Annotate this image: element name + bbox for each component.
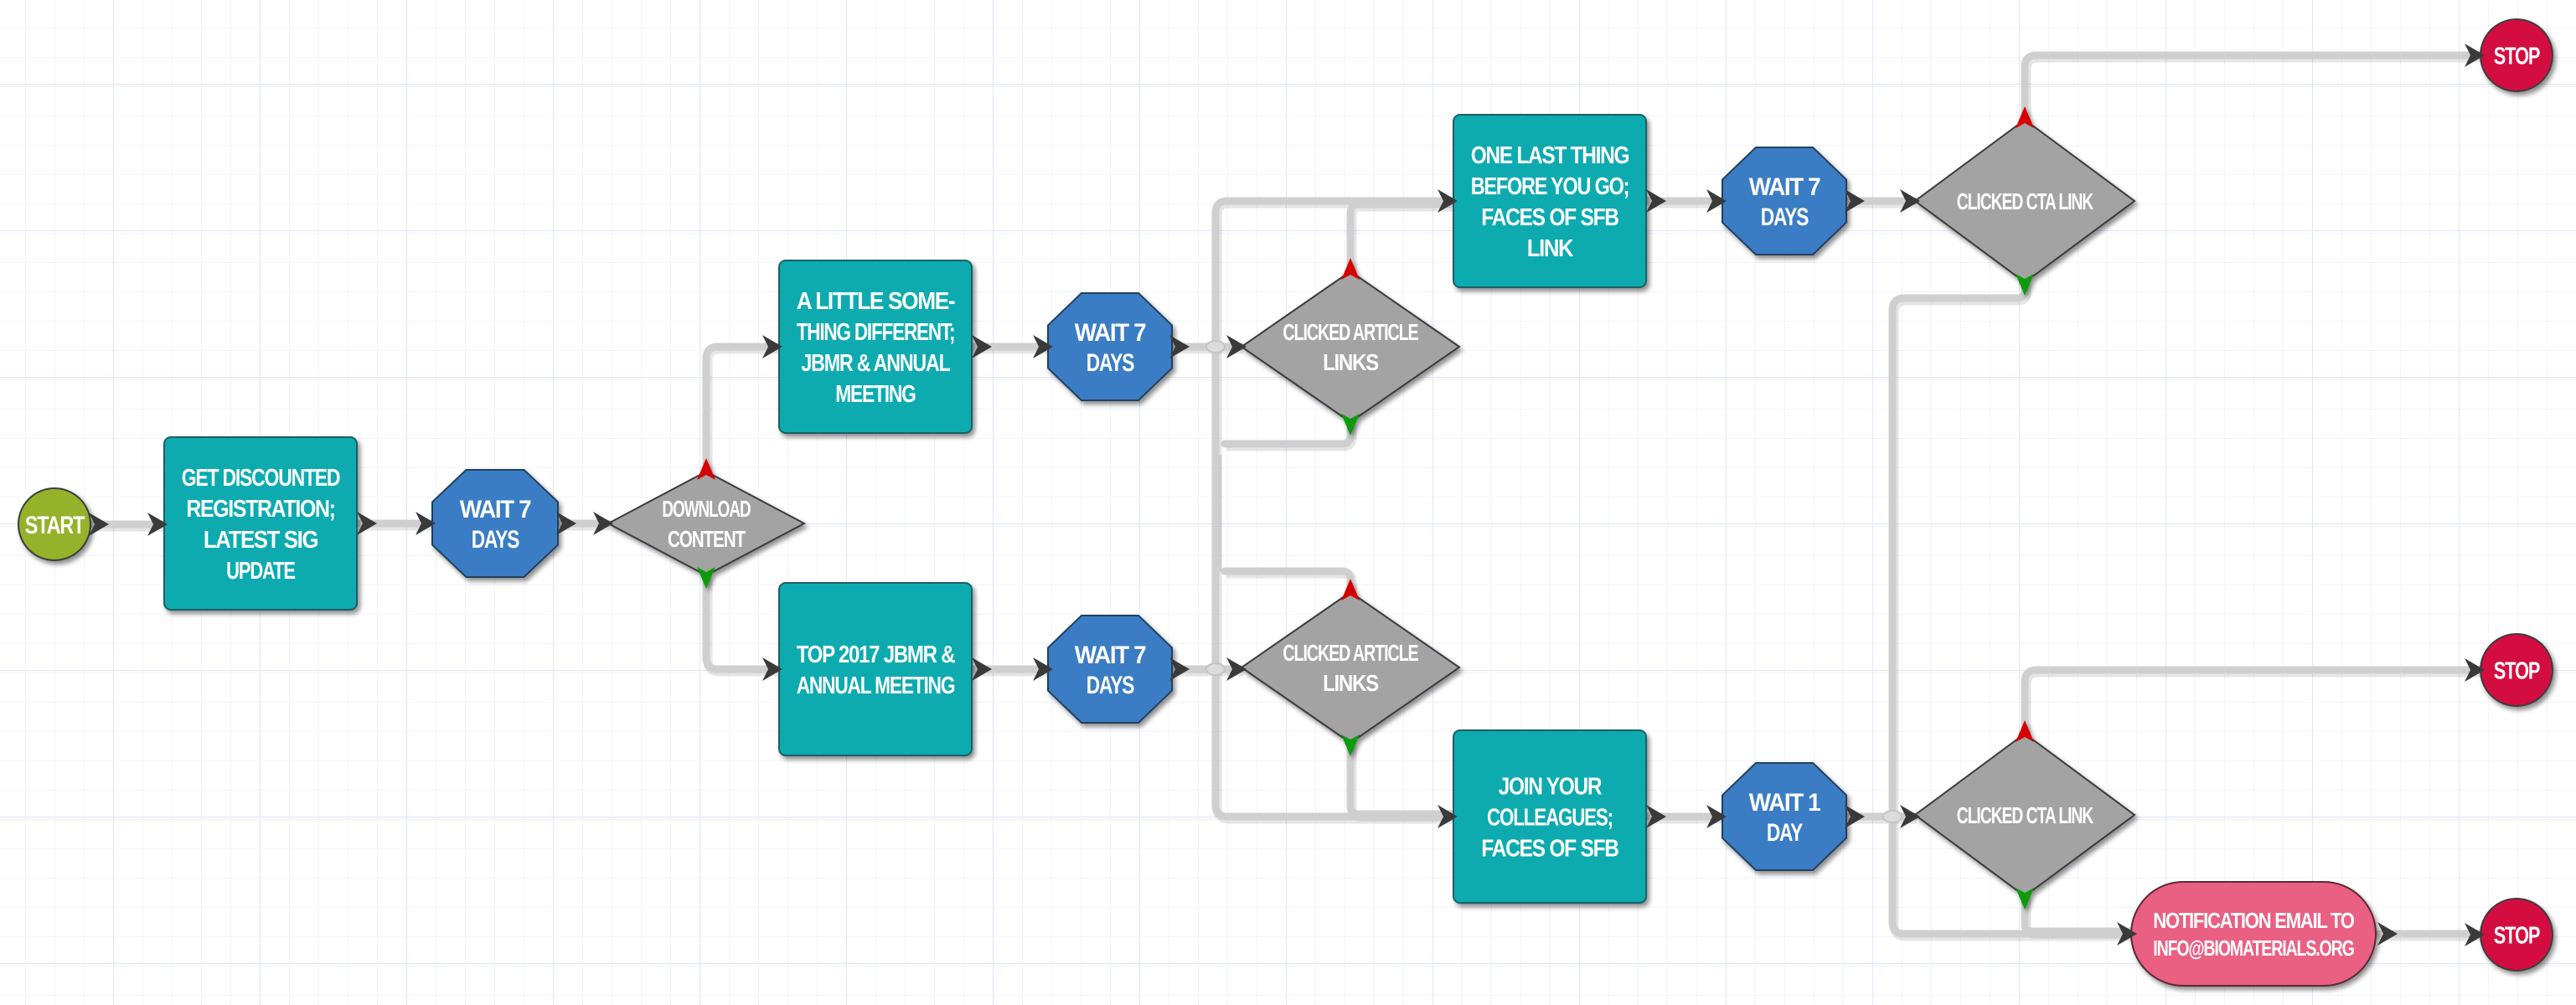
node-label: CLICKED ARTICLE [1283, 319, 1418, 345]
node-label: TOP 2017 JBMR & [797, 642, 956, 668]
node-label: THING DIFFERENT; [797, 319, 955, 346]
wait-octagon [1047, 615, 1173, 724]
node-email3[interactable]: TOP 2017 JBMR & ANNUAL MEETING [778, 582, 973, 756]
node-label: DAYS [472, 526, 519, 554]
node-wait1[interactable]: WAIT 7 DAYS [431, 469, 559, 578]
email-box [778, 582, 973, 756]
connector-junction [1205, 662, 1226, 676]
node-label: REGISTRATION; [186, 496, 334, 523]
node-label: WAIT 7 [460, 496, 531, 523]
node-label: NOTIFICATION EMAIL TO [2153, 908, 2355, 933]
node-label: WAIT 7 [1075, 319, 1146, 347]
node-label: STOP [2494, 922, 2540, 949]
node-label: FACES OF SFB [1481, 204, 1618, 231]
node-label: CLICKED ARTICLE [1283, 640, 1418, 666]
node-label: ONE LAST THING [1471, 142, 1629, 169]
node-label: CLICKED CTA LINK [1957, 802, 2093, 828]
node-notify[interactable]: NOTIFICATION EMAIL TOINFO@BIOMATERIALS.O… [2130, 881, 2377, 987]
node-stop3[interactable]: STOP [2480, 898, 2553, 972]
node-label: MEETING [835, 381, 915, 408]
node-email1[interactable]: GET DISCOUNTED REGISTRATION; LATEST SIG UPD… [163, 436, 358, 611]
connector-junction [1882, 810, 1902, 823]
node-label: FACES OF SFB [1481, 835, 1618, 862]
node-label: GET DISCOUNTED [182, 465, 340, 492]
node-label: DAYS [1087, 349, 1134, 377]
node-label: COLLEAGUES; [1487, 804, 1613, 831]
node-label: JBMR & ANNUAL [801, 350, 950, 377]
node-label: A LITTLE SOME- [797, 288, 955, 315]
node-label: STOP [2494, 657, 2540, 684]
node-label: DOWNLOAD [662, 496, 751, 522]
workflow-canvas: START GET DISCOUNTED REGISTRATION; LATEST S… [0, 0, 2576, 1005]
node-label: START [25, 512, 85, 539]
node-label: WAIT 7 [1749, 173, 1820, 201]
node-label: ANNUAL MEETING [797, 673, 955, 699]
grid-background-major [0, 0, 2576, 1005]
node-stop1[interactable]: STOP [2480, 18, 2553, 92]
node-label: CONTENT [668, 526, 746, 552]
node-email2[interactable]: A LITTLE SOME- THING DIFFERENT; JBMR & ANN… [778, 260, 973, 434]
node-wait5[interactable]: WAIT 1DAY [1722, 762, 1847, 871]
node-wait4[interactable]: WAIT 7 DAYS [1722, 147, 1847, 255]
node-label: INFO@BIOMATERIALS.ORG [2153, 935, 2354, 961]
node-label: DAY [1767, 819, 1803, 847]
node-label: LINK [1527, 235, 1574, 262]
wait-octagon [431, 469, 559, 578]
node-label: DAYS [1087, 672, 1134, 699]
node-email4[interactable]: ONE LAST THING BEFORE YOU GO; FACES OF SFB… [1453, 114, 1647, 288]
notification-pill [2130, 881, 2377, 987]
node-email5[interactable]: JOIN YOUR COLLEAGUES; FACES OF SFB [1453, 729, 1647, 904]
node-label: LATEST SIG [204, 527, 317, 554]
node-start[interactable]: START [18, 487, 91, 561]
node-wait2[interactable]: WAIT 7DAYS [1047, 292, 1173, 401]
node-wait3[interactable]: WAIT 7 DAYS [1047, 615, 1173, 724]
node-label: BEFORE YOU GO; [1471, 173, 1629, 200]
node-label: WAIT 1 [1749, 789, 1820, 817]
connector-junction [1205, 340, 1226, 353]
wait-octagon [1722, 762, 1847, 871]
wait-octagon [1047, 292, 1173, 401]
node-label: LINKS [1323, 349, 1379, 375]
node-label: DAYS [1761, 204, 1809, 231]
node-label: UPDATE [226, 558, 296, 585]
node-label: LINKS [1323, 670, 1379, 696]
node-label: JOIN YOUR [1499, 773, 1603, 800]
node-label: CLICKED CTA LINK [1957, 188, 2093, 214]
node-label: WAIT 7 [1075, 642, 1146, 669]
node-stop2[interactable]: STOP [2480, 633, 2553, 707]
wait-octagon [1722, 147, 1847, 255]
node-label: STOP [2494, 43, 2540, 70]
